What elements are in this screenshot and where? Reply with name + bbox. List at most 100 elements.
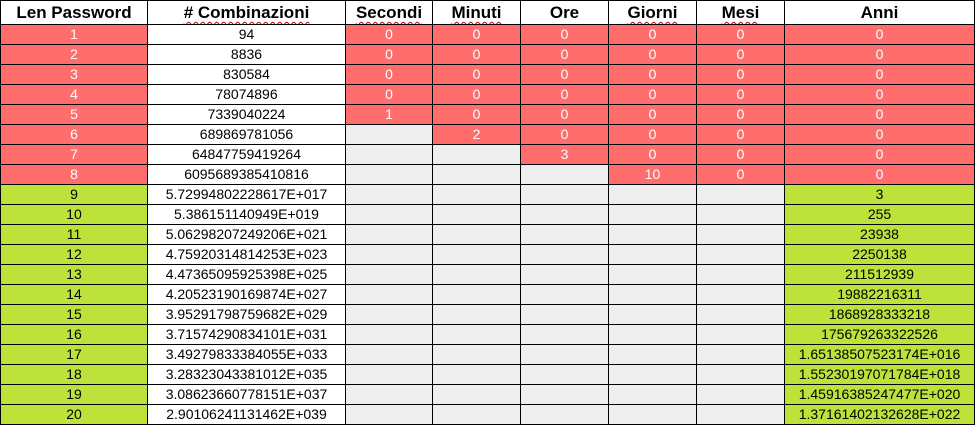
cell-anni[interactable]: 0 [784,84,975,105]
cell-mesi[interactable]: 0 [696,104,785,125]
cell-combinazioni[interactable]: 3.95291798759682E+029 [147,304,346,325]
cell-ore[interactable]: 0 [520,84,609,105]
cell-giorni[interactable] [608,264,697,285]
cell-anni[interactable]: 1.55230197071784E+018 [784,364,975,385]
cell-mesi[interactable] [696,184,785,205]
cell-len-password[interactable]: 3 [0,64,148,85]
cell-giorni[interactable] [608,244,697,265]
cell-mesi[interactable] [696,344,785,365]
cell-anni[interactable]: 0 [784,64,975,85]
cell-giorni[interactable] [608,364,697,385]
cell-ore[interactable]: 0 [520,64,609,85]
cell-combinazioni[interactable]: 8836 [147,44,346,65]
cell-giorni[interactable]: 0 [608,104,697,125]
cell-combinazioni[interactable]: 3.28323043381012E+035 [147,364,346,385]
cell-len-password[interactable]: 15 [0,304,148,325]
cell-ore[interactable] [520,384,609,405]
cell-minuti[interactable] [432,164,521,185]
cell-anni[interactable]: 0 [784,144,975,165]
cell-ore[interactable] [520,184,609,205]
cell-len-password[interactable]: 12 [0,244,148,265]
cell-minuti[interactable] [432,184,521,205]
cell-minuti[interactable] [432,364,521,385]
cell-minuti[interactable]: 2 [432,124,521,145]
cell-secondi[interactable] [345,304,433,325]
cell-len-password[interactable]: 6 [0,124,148,145]
cell-anni[interactable]: 3 [784,184,975,205]
cell-anni[interactable]: 1.37161402132628E+022 [784,404,975,425]
cell-len-password[interactable]: 19 [0,384,148,405]
cell-combinazioni[interactable]: 5.386151140949E+019 [147,204,346,225]
cell-ore[interactable] [520,244,609,265]
cell-mesi[interactable] [696,244,785,265]
cell-minuti[interactable] [432,144,521,165]
cell-secondi[interactable]: 0 [345,44,433,65]
cell-anni[interactable]: 1.45916385247477E+020 [784,384,975,405]
cell-giorni[interactable] [608,304,697,325]
cell-giorni[interactable]: 0 [608,124,697,145]
cell-giorni[interactable] [608,404,697,425]
cell-minuti[interactable] [432,204,521,225]
cell-giorni[interactable] [608,384,697,405]
cell-secondi[interactable] [345,224,433,245]
cell-combinazioni[interactable]: 94 [147,24,346,45]
cell-ore[interactable] [520,344,609,365]
cell-len-password[interactable]: 10 [0,204,148,225]
cell-giorni[interactable]: 0 [608,64,697,85]
cell-giorni[interactable]: 0 [608,44,697,65]
cell-len-password[interactable]: 5 [0,104,148,125]
cell-minuti[interactable] [432,304,521,325]
cell-mesi[interactable]: 0 [696,164,785,185]
cell-secondi[interactable] [345,244,433,265]
cell-len-password[interactable]: 1 [0,24,148,45]
cell-secondi[interactable] [345,264,433,285]
cell-minuti[interactable] [432,404,521,425]
cell-len-password[interactable]: 17 [0,344,148,365]
cell-mesi[interactable] [696,384,785,405]
column-header-secondi[interactable]: Secondi [345,0,433,25]
cell-ore[interactable] [520,324,609,345]
cell-minuti[interactable] [432,244,521,265]
cell-len-password[interactable]: 11 [0,224,148,245]
cell-giorni[interactable]: 0 [608,24,697,45]
cell-combinazioni[interactable]: 3.49279833384055E+033 [147,344,346,365]
cell-combinazioni[interactable]: 7339040224 [147,104,346,125]
cell-mesi[interactable]: 0 [696,124,785,145]
cell-ore[interactable] [520,364,609,385]
cell-minuti[interactable] [432,284,521,305]
cell-secondi[interactable] [345,124,433,145]
cell-combinazioni[interactable]: 689869781056 [147,124,346,145]
cell-combinazioni[interactable]: 4.20523190169874E+027 [147,284,346,305]
cell-ore[interactable] [520,224,609,245]
cell-ore[interactable]: 3 [520,144,609,165]
cell-combinazioni[interactable]: 830584 [147,64,346,85]
cell-mesi[interactable] [696,264,785,285]
cell-combinazioni[interactable]: 64847759419264 [147,144,346,165]
cell-ore[interactable] [520,304,609,325]
cell-combinazioni[interactable]: 4.75920314814253E+023 [147,244,346,265]
cell-ore[interactable] [520,284,609,305]
cell-len-password[interactable]: 4 [0,84,148,105]
cell-anni[interactable]: 23938 [784,224,975,245]
cell-secondi[interactable]: 1 [345,104,433,125]
cell-secondi[interactable] [345,404,433,425]
cell-secondi[interactable] [345,384,433,405]
cell-combinazioni[interactable]: 3.71574290834101E+031 [147,324,346,345]
cell-len-password[interactable]: 9 [0,184,148,205]
cell-secondi[interactable] [345,324,433,345]
cell-len-password[interactable]: 2 [0,44,148,65]
cell-giorni[interactable] [608,284,697,305]
cell-anni[interactable]: 211512939 [784,264,975,285]
cell-secondi[interactable] [345,144,433,165]
cell-minuti[interactable]: 0 [432,64,521,85]
cell-anni[interactable]: 0 [784,124,975,145]
cell-ore[interactable] [520,264,609,285]
cell-anni[interactable]: 175679263322526 [784,324,975,345]
cell-anni[interactable]: 2250138 [784,244,975,265]
cell-minuti[interactable] [432,264,521,285]
cell-combinazioni[interactable]: 5.72994802228617E+017 [147,184,346,205]
cell-minuti[interactable]: 0 [432,44,521,65]
cell-minuti[interactable]: 0 [432,104,521,125]
cell-secondi[interactable] [345,204,433,225]
cell-combinazioni[interactable]: 3.08623660778151E+037 [147,384,346,405]
